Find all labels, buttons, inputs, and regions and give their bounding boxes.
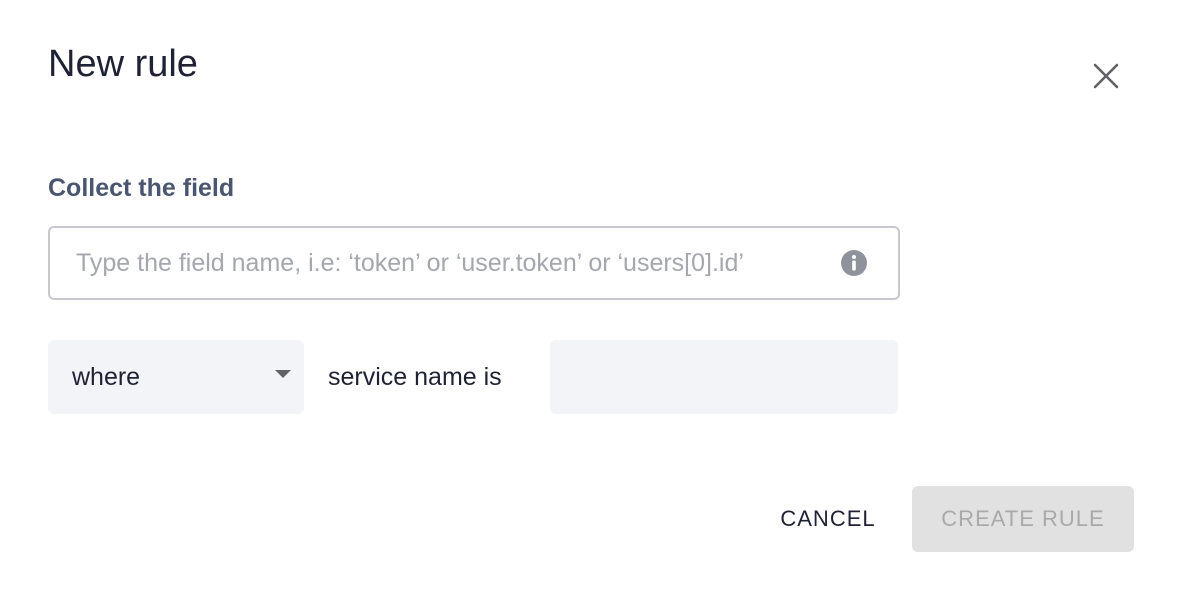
close-button[interactable] xyxy=(1086,56,1126,96)
collect-field-label: Collect the field xyxy=(48,174,235,202)
new-rule-dialog: New rule Collect the field where service… xyxy=(0,0,1198,606)
service-name-label: service name is xyxy=(328,363,502,391)
create-rule-button[interactable]: CREATE RULE xyxy=(912,486,1134,552)
chevron-down-icon xyxy=(275,370,291,378)
field-name-input-container xyxy=(48,226,900,300)
service-name-input[interactable] xyxy=(550,340,898,414)
field-name-input[interactable] xyxy=(76,228,836,298)
cancel-button[interactable]: CANCEL xyxy=(762,486,894,552)
close-icon xyxy=(1093,63,1119,89)
dialog-title: New rule xyxy=(48,43,198,85)
info-icon[interactable] xyxy=(840,249,868,277)
condition-select-value: where xyxy=(72,363,141,391)
condition-select[interactable]: where xyxy=(48,340,304,414)
